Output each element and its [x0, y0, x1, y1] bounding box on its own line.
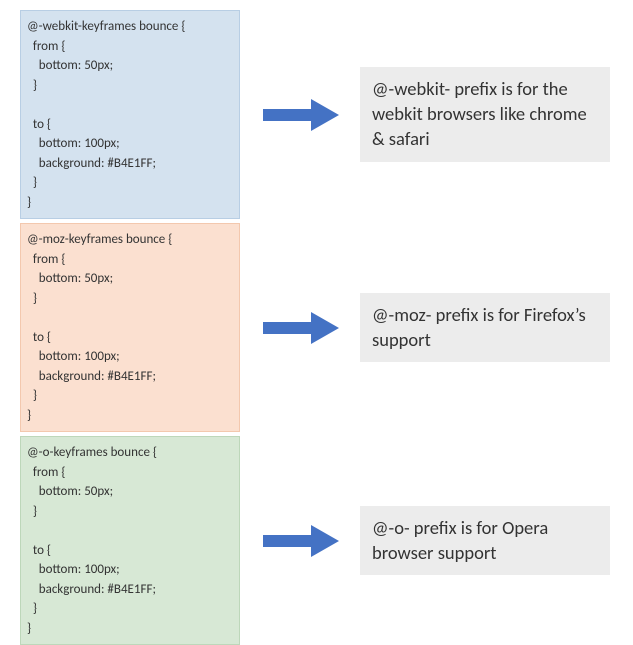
arrow-cell — [240, 308, 360, 348]
arrow-right-icon — [255, 521, 345, 561]
code-block-moz: @-moz-keyframes bounce { from { bottom: … — [20, 223, 240, 432]
row-webkit: @-webkit-keyframes bounce { from { botto… — [20, 10, 633, 219]
row-o: @-o-keyframes bounce { from { bottom: 50… — [20, 436, 633, 645]
description-o: @-o- prefix is for Opera browser support — [360, 506, 610, 576]
arrow-right-icon — [255, 95, 345, 135]
arrow-cell — [240, 521, 360, 561]
arrow-cell — [240, 95, 360, 135]
code-block-webkit: @-webkit-keyframes bounce { from { botto… — [20, 10, 240, 219]
code-block-o: @-o-keyframes bounce { from { bottom: 50… — [20, 436, 240, 645]
arrow-right-icon — [255, 308, 345, 348]
description-moz: @-moz- prefix is for Firefox’s support — [360, 293, 610, 363]
description-webkit: @-webkit- prefix is for the webkit brows… — [360, 67, 610, 162]
row-moz: @-moz-keyframes bounce { from { bottom: … — [20, 223, 633, 432]
